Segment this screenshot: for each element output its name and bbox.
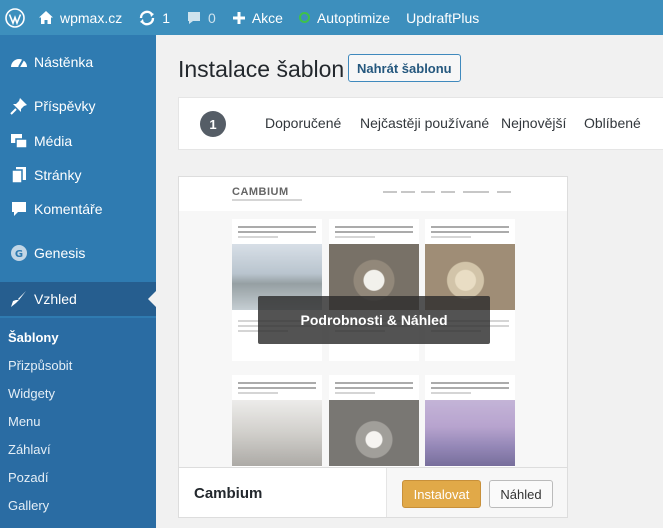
submenu-item-widgets[interactable]: Widgety: [8, 382, 55, 404]
home-icon: [38, 10, 54, 25]
media-icon: [0, 133, 34, 149]
theme-name: Cambium: [194, 485, 263, 502]
tab-popular[interactable]: Nejčastěji používané: [360, 115, 489, 131]
theme-filter-bar: 1 Doporučené Nejčastěji používané Nejnov…: [178, 97, 663, 150]
svg-text:G: G: [15, 249, 23, 260]
new-content-label: Akce: [251, 9, 283, 26]
install-button[interactable]: Instalovat: [402, 480, 481, 508]
theme-count-badge: 1: [200, 111, 226, 137]
sidebar-item-media[interactable]: Média: [0, 124, 156, 158]
sidebar-item-label: Komentáře: [34, 201, 103, 217]
sidebar-item-label: Genesis: [34, 245, 86, 261]
admin-bar: wpmax.cz 1 0 Akce Autoptimize UpdraftPlu…: [0, 0, 663, 35]
theme-card[interactable]: CAMBIUM Podrobnosti & Náhled Cambium Ins…: [178, 176, 568, 518]
theme-details-button[interactable]: Podrobnosti & Náhled: [258, 296, 490, 344]
appearance-submenu: Šablony Přizpůsobit Widgety Menu Záhlaví…: [0, 318, 156, 528]
sidebar-item-label: Vzhled: [34, 291, 77, 307]
upload-theme-button[interactable]: Nahrát šablonu: [348, 54, 461, 82]
new-content-link[interactable]: Akce: [224, 0, 291, 35]
pages-icon: [0, 166, 34, 184]
preview-button[interactable]: Náhled: [489, 480, 553, 508]
comment-icon: [0, 201, 34, 217]
sidebar-item-label: Příspěvky: [34, 98, 96, 114]
sidebar-item-comments[interactable]: Komentáře: [0, 192, 156, 226]
plus-icon: [232, 11, 246, 25]
submenu-item-customize[interactable]: Přizpůsobit: [8, 354, 72, 376]
comment-icon: [186, 10, 202, 26]
submenu-item-menu[interactable]: Menu: [8, 410, 41, 432]
wordpress-logo-icon[interactable]: [0, 0, 30, 35]
submenu-item-gallery[interactable]: Gallery: [8, 494, 49, 516]
sidebar-item-pages[interactable]: Stránky: [0, 158, 156, 192]
theme-screenshot[interactable]: CAMBIUM Podrobnosti & Náhled: [179, 177, 567, 467]
sidebar-item-label: Média: [34, 133, 73, 149]
sidebar-item-label: Stránky: [34, 167, 82, 183]
status-dot-icon: [298, 12, 310, 23]
updates-count: 1: [162, 9, 171, 26]
sidebar-item-posts[interactable]: Příspěvky: [0, 89, 156, 123]
page-title: Instalace šablon: [178, 56, 345, 82]
autoptimize-label: Autoptimize: [316, 9, 391, 26]
tab-featured[interactable]: Doporučené: [265, 115, 341, 131]
updates-icon: [138, 10, 156, 26]
submenu-item-background[interactable]: Pozadí: [8, 466, 48, 488]
tab-latest[interactable]: Nejnovější: [501, 115, 566, 131]
sidebar-item-dashboard[interactable]: Nástěnka: [0, 45, 156, 79]
submenu-item-themes[interactable]: Šablony: [8, 326, 59, 348]
autoptimize-link[interactable]: Autoptimize: [291, 0, 398, 35]
updraftplus-link[interactable]: UpdraftPlus: [398, 0, 487, 35]
theme-footer: Cambium Instalovat Náhled: [179, 467, 567, 517]
admin-sidebar: Nástěnka Příspěvky Média Stránky Komentá…: [0, 35, 156, 528]
site-name-label: wpmax.cz: [60, 9, 123, 26]
updates-link[interactable]: 1: [130, 0, 178, 35]
dashboard-icon: [0, 54, 34, 70]
pin-icon: [0, 97, 34, 115]
genesis-icon: G: [0, 244, 34, 262]
submenu-item-header[interactable]: Záhlaví: [8, 438, 51, 460]
comments-link[interactable]: 0: [178, 0, 224, 35]
comments-count: 0: [208, 9, 216, 26]
sidebar-item-label: Nástěnka: [34, 54, 94, 70]
updraftplus-label: UpdraftPlus: [406, 9, 480, 26]
tab-favorites[interactable]: Oblíbené: [584, 115, 641, 131]
sidebar-item-genesis[interactable]: G Genesis: [0, 236, 156, 270]
sidebar-item-appearance[interactable]: Vzhled: [0, 282, 156, 316]
brush-icon: [0, 290, 34, 308]
site-name-link[interactable]: wpmax.cz: [30, 0, 130, 35]
